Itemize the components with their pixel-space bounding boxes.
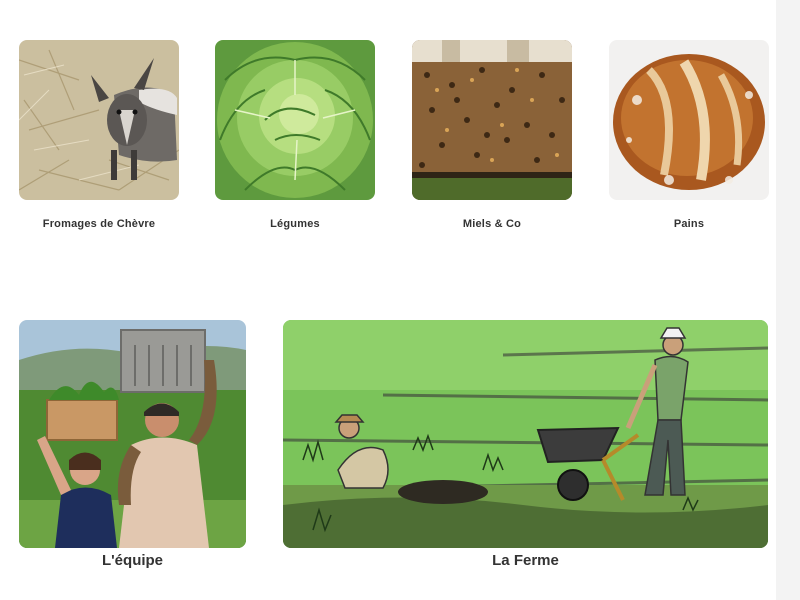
section-card-ferme[interactable]: La Ferme bbox=[283, 320, 768, 569]
farm-image[interactable] bbox=[283, 320, 768, 548]
goat-image[interactable] bbox=[19, 40, 179, 200]
product-label[interactable]: Pains bbox=[609, 218, 769, 230]
section-card-equipe[interactable]: L'équipe bbox=[19, 320, 246, 569]
product-card-miels[interactable]: Miels & Co bbox=[412, 40, 572, 230]
section-label[interactable]: La Ferme bbox=[283, 552, 768, 569]
section-label[interactable]: L'équipe bbox=[19, 552, 246, 569]
product-card-pains[interactable]: Pains bbox=[609, 40, 769, 230]
product-label[interactable]: Miels & Co bbox=[412, 218, 572, 230]
lettuce-image[interactable] bbox=[215, 40, 375, 200]
bread-image[interactable] bbox=[609, 40, 769, 200]
product-card-fromages[interactable]: Fromages de Chèvre bbox=[19, 40, 179, 230]
product-label[interactable]: Fromages de Chèvre bbox=[19, 218, 179, 230]
product-label[interactable]: Légumes bbox=[215, 218, 375, 230]
team-image[interactable] bbox=[19, 320, 246, 548]
product-card-legumes[interactable]: Légumes bbox=[215, 40, 375, 230]
beehive-image[interactable] bbox=[412, 40, 572, 200]
page: Fromages de Chèvre Légumes Miels & Co Pa… bbox=[0, 0, 776, 600]
